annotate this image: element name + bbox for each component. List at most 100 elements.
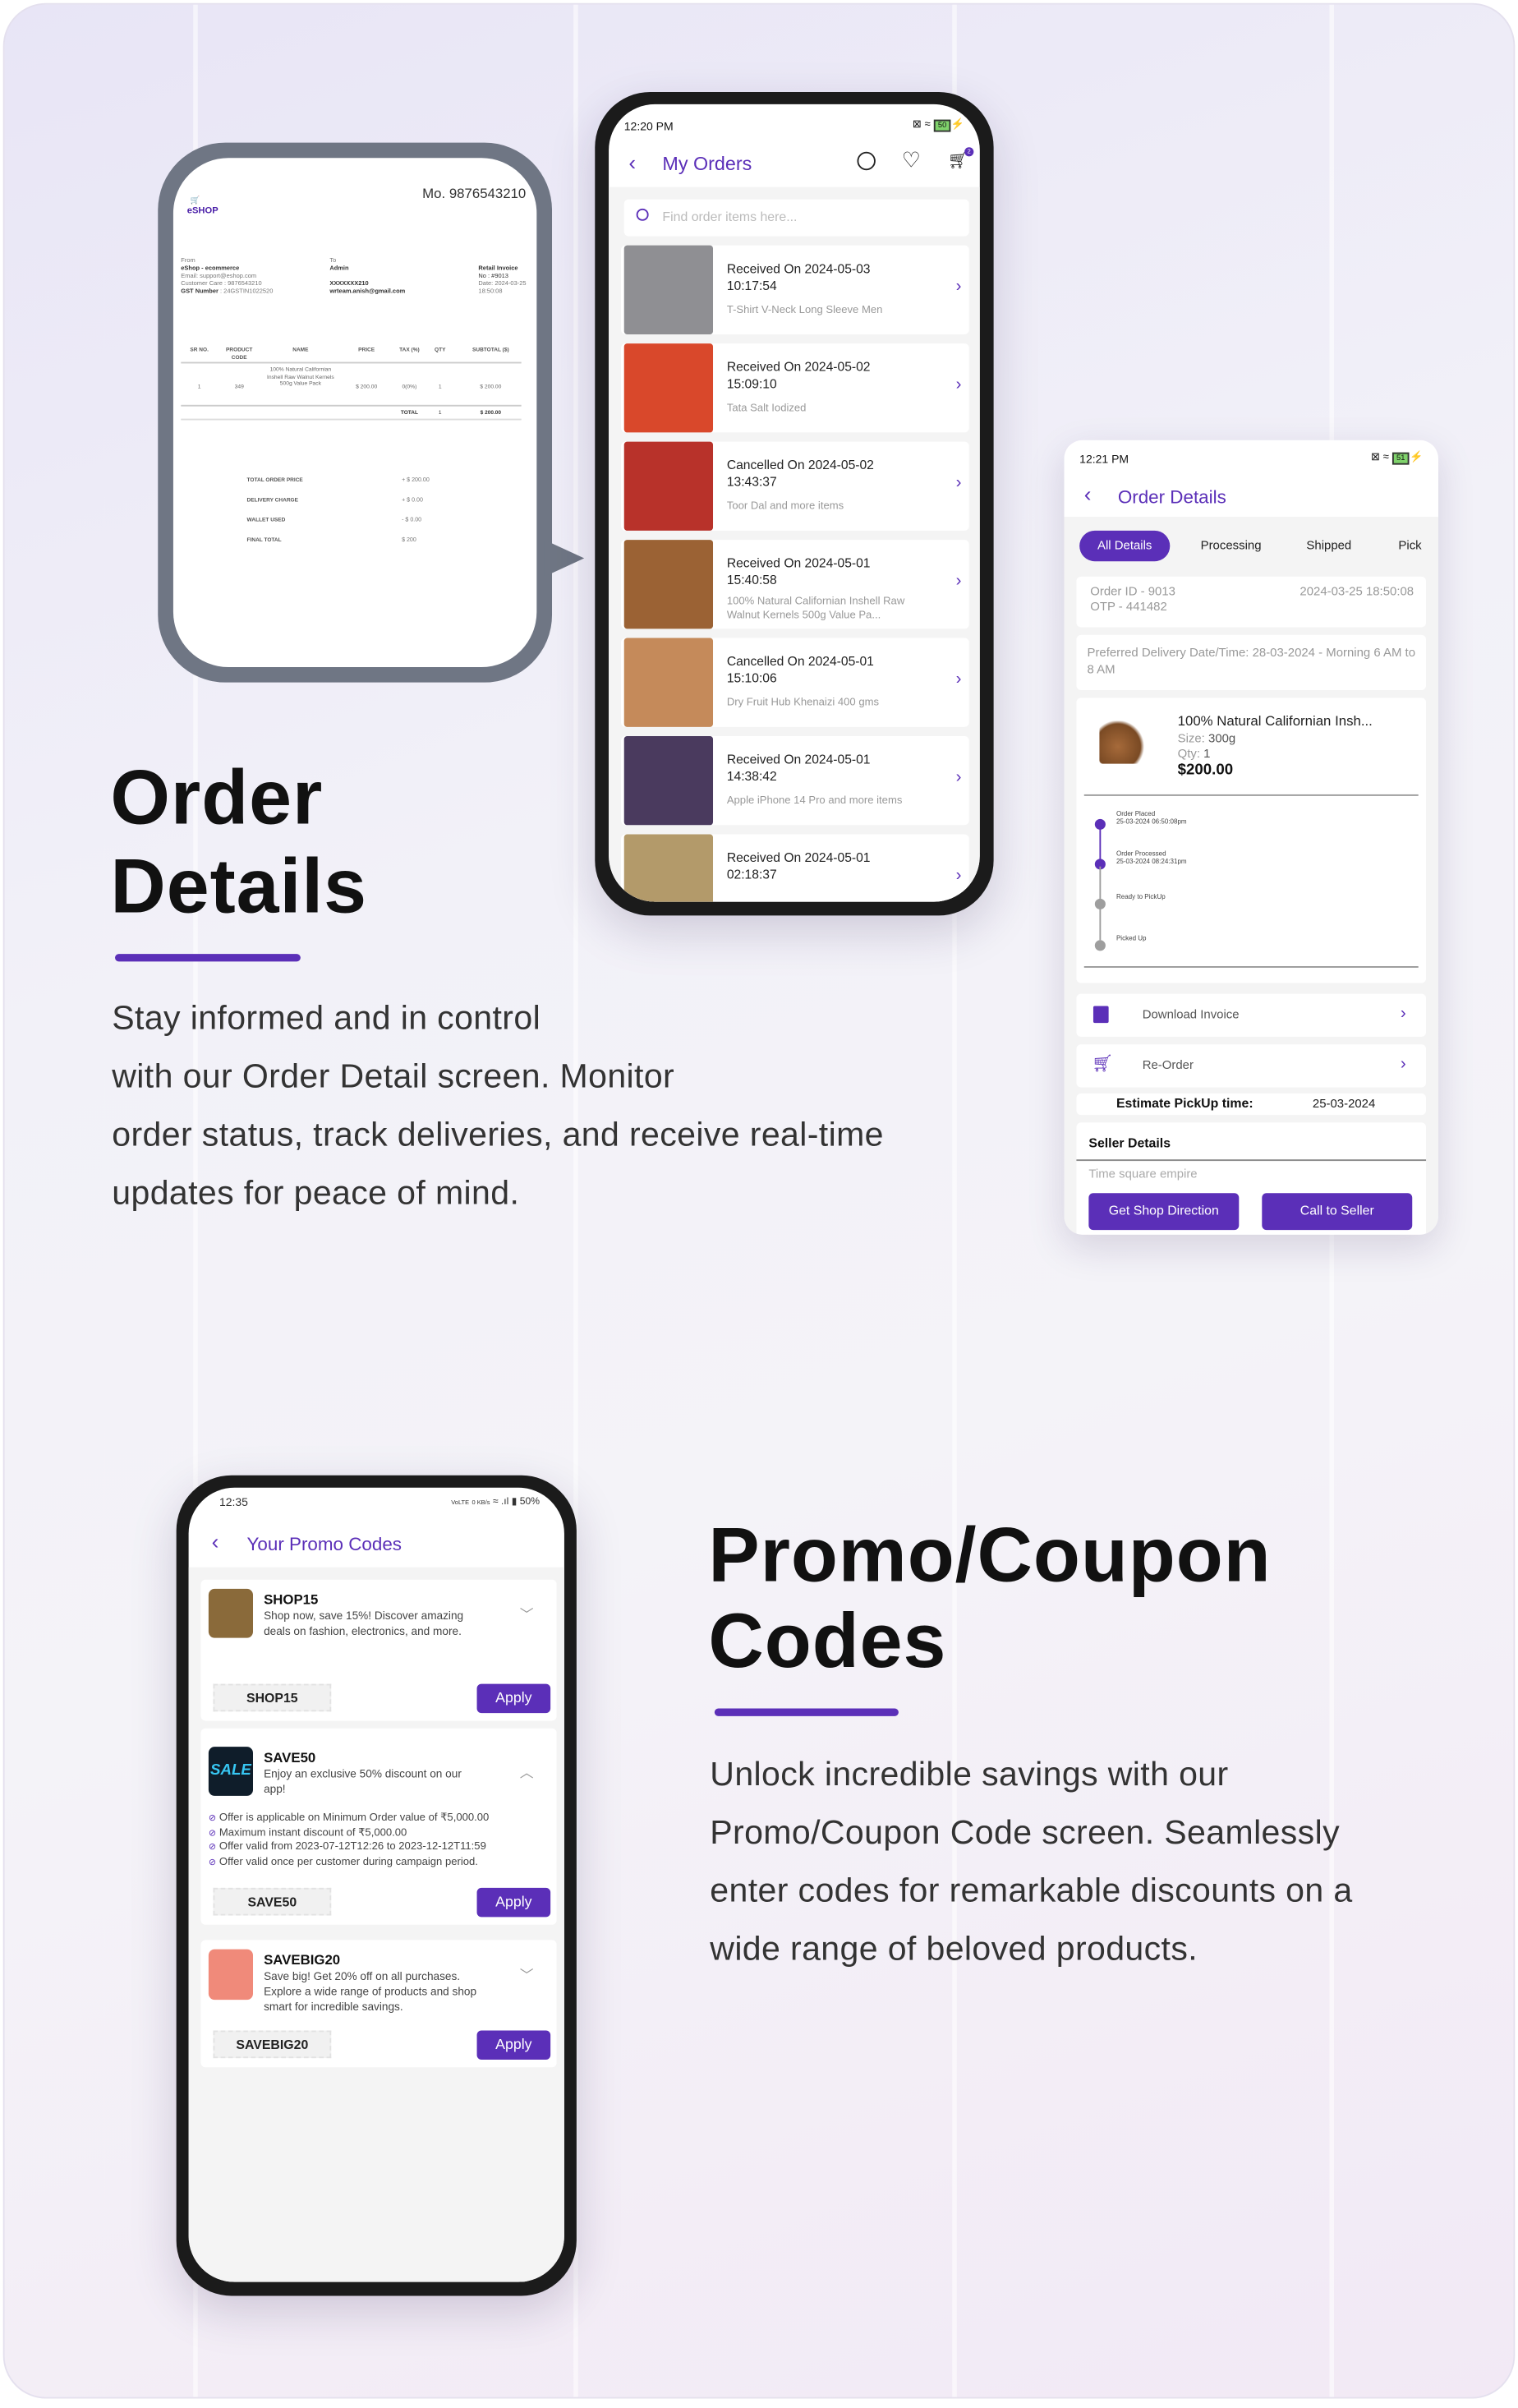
- search-icon[interactable]: [857, 151, 876, 171]
- offer-condition-text: Offer valid once per customer during cam…: [218, 1857, 478, 1868]
- invoice-icon: [1092, 1006, 1109, 1024]
- table-cell: 1: [197, 383, 201, 390]
- order-time: 14:38:42: [726, 768, 777, 784]
- back-icon[interactable]: ‹: [212, 1529, 219, 1554]
- order-status: Cancelled On 2024-05-02: [726, 457, 874, 472]
- heart-icon[interactable]: ♡: [902, 147, 921, 173]
- invoice-title: Retail Invoice: [478, 264, 518, 272]
- chevron-up-icon[interactable]: ︿: [520, 1762, 534, 1782]
- get-shop-direction-button[interactable]: Get Shop Direction: [1088, 1193, 1240, 1231]
- chevron-down-icon[interactable]: ﹀: [520, 1605, 534, 1624]
- table-cell: 349: [234, 383, 244, 390]
- tab-all-details[interactable]: All Details: [1079, 530, 1171, 562]
- order-desc: Tata Salt Iodized: [726, 403, 807, 415]
- table-header-cell: TAX (%): [399, 346, 420, 353]
- download-invoice-row[interactable]: Download Invoice ›: [1076, 993, 1427, 1037]
- order-list-item[interactable]: Received On 2024-05-02 15:09:10 Tata Salt …: [621, 343, 969, 433]
- invoice-mobile: Mo. 9876543210: [422, 185, 527, 201]
- order-list-item[interactable]: Received On 2024-05-01 14:38:42 Apple iPho…: [621, 736, 969, 826]
- order-status: Received On 2024-05-01: [726, 555, 871, 571]
- back-icon[interactable]: ‹: [628, 150, 636, 175]
- from-email: Email: support@eshop.com: [181, 271, 257, 279]
- net-speed: 0 KB/s: [472, 1498, 490, 1507]
- divider: [1083, 794, 1419, 796]
- product-name: 100% Natural Californian Insh...: [1177, 713, 1373, 729]
- back-icon[interactable]: ‹: [1084, 481, 1092, 506]
- tab-pick[interactable]: Pick: [1398, 531, 1421, 561]
- seller-name: Time square empire: [1088, 1167, 1198, 1181]
- tab-shipped[interactable]: Shipped: [1306, 531, 1351, 561]
- timeline-dot: [1094, 940, 1106, 951]
- description-line: updates for peace of mind.: [112, 1173, 520, 1212]
- summary-value: + $ 0.00: [402, 496, 423, 504]
- status-time: 12:21 PM: [1079, 452, 1129, 467]
- chevron-down-icon[interactable]: ﹀: [520, 1964, 534, 1984]
- order-id-card: Order ID - 9013 OTP - 441482 2024-03-25 …: [1076, 576, 1427, 628]
- summary-label: TOTAL ORDER PRICE: [246, 477, 303, 484]
- description-line: wide range of beloved products.: [710, 1929, 1198, 1968]
- summary-value: - $ 0.00: [402, 517, 422, 523]
- order-otp: OTP - 441482: [1090, 599, 1167, 614]
- total-value: $ 200.00: [480, 409, 502, 416]
- qty-label: Qty:: [1177, 747, 1201, 761]
- product-thumbnail: [623, 441, 714, 531]
- order-list-item[interactable]: Received On 2024-05-01 15:40:58 100% Natur…: [621, 540, 969, 629]
- order-desc: Apple iPhone 14 Pro and more items: [726, 795, 903, 807]
- order-desc: 100% Natural Californian Inshell Raw Wal…: [726, 596, 905, 622]
- order-id: Order ID - 9013: [1090, 584, 1175, 599]
- to-phone: XXXXXXX210: [329, 279, 369, 288]
- timeline-line: [1099, 826, 1102, 861]
- check-circle-icon: ⊘: [208, 1829, 217, 1839]
- preferred-delivery: Preferred Delivery Date/Time: 28-03-2024…: [1087, 645, 1415, 677]
- section-heading-line2: Codes: [708, 1598, 947, 1684]
- estimate-pickup-row: Estimate PickUp time: 25-03-2024: [1076, 1093, 1427, 1116]
- product-qty: 1: [1203, 747, 1211, 761]
- product-size: 300g: [1208, 731, 1236, 746]
- chevron-right-icon: ›: [955, 866, 962, 886]
- divider: [1083, 966, 1419, 968]
- section-heading-line1: Promo/Coupon: [708, 1512, 1272, 1599]
- promo-card: SAVEBIG20 Save big! Get 20% off on all pu…: [200, 1940, 557, 2068]
- order-time: 15:10:06: [726, 670, 777, 686]
- seller-title: Seller Details: [1088, 1135, 1171, 1151]
- page-title: Your Promo Codes: [246, 1533, 402, 1555]
- orders-content: Find order items here... Received On 202…: [609, 186, 980, 902]
- search-icon: [636, 208, 649, 221]
- apply-button[interactable]: Apply: [476, 1683, 551, 1714]
- order-search-input[interactable]: Find order items here...: [623, 199, 969, 237]
- apply-button[interactable]: Apply: [476, 2030, 551, 2060]
- summary-value: $ 200: [402, 536, 416, 543]
- divider: [1076, 1159, 1427, 1162]
- order-time: 15:40:58: [726, 572, 777, 587]
- summary-value: + $ 200.00: [402, 477, 430, 484]
- table-header-cell: SUBTOTAL ($): [472, 346, 509, 353]
- summary-label: FINAL TOTAL: [246, 536, 282, 543]
- marketing-page: Mo. 9876543210 🛒 eSHOP From eShop - ecom…: [0, 0, 1518, 2408]
- from-name: eShop - ecommerce: [181, 264, 240, 272]
- call-seller-button[interactable]: Call to Seller: [1262, 1193, 1413, 1231]
- section-description: Stay informed and in control with our Or…: [112, 989, 884, 1222]
- cart-icon: 🛒︎: [1092, 1055, 1114, 1074]
- promo-image: SALE: [208, 1747, 254, 1796]
- divider: [181, 404, 522, 406]
- table-cell: $ 200.00: [480, 383, 502, 390]
- order-list-item[interactable]: Cancelled On 2024-05-02 13:43:37 Toor Dal …: [621, 441, 969, 531]
- summary-label: WALLET USED: [246, 517, 286, 523]
- product-price: $200.00: [1177, 762, 1234, 780]
- order-status: Received On 2024-05-03: [726, 260, 871, 277]
- offer-condition: ⊘ Offer valid once per customer during c…: [209, 1856, 478, 1872]
- product-thumbnail: [623, 736, 714, 826]
- chevron-right-icon: ›: [955, 572, 962, 591]
- summary-label: DELIVERY CHARGE: [246, 496, 298, 504]
- table-header-cell: NAME: [292, 346, 309, 353]
- order-list-item[interactable]: Received On 2024-05-01 02:18:37 ›: [621, 834, 969, 902]
- reorder-row[interactable]: 🛒︎ Re-Order ›: [1076, 1044, 1427, 1088]
- order-list-item[interactable]: Cancelled On 2024-05-01 15:10:06 Dry Fruit…: [621, 638, 969, 727]
- tab-processing[interactable]: Processing: [1201, 531, 1262, 561]
- promo-code-title: SHOP15: [264, 1591, 319, 1608]
- chevron-right-icon: ›: [955, 277, 962, 297]
- product-thumbnail: [623, 540, 714, 629]
- order-list-item[interactable]: Received On 2024-05-03 10:17:54 T-Shirt V-…: [621, 245, 969, 334]
- apply-button[interactable]: Apply: [476, 1887, 551, 1918]
- order-time: 02:18:37: [726, 866, 777, 882]
